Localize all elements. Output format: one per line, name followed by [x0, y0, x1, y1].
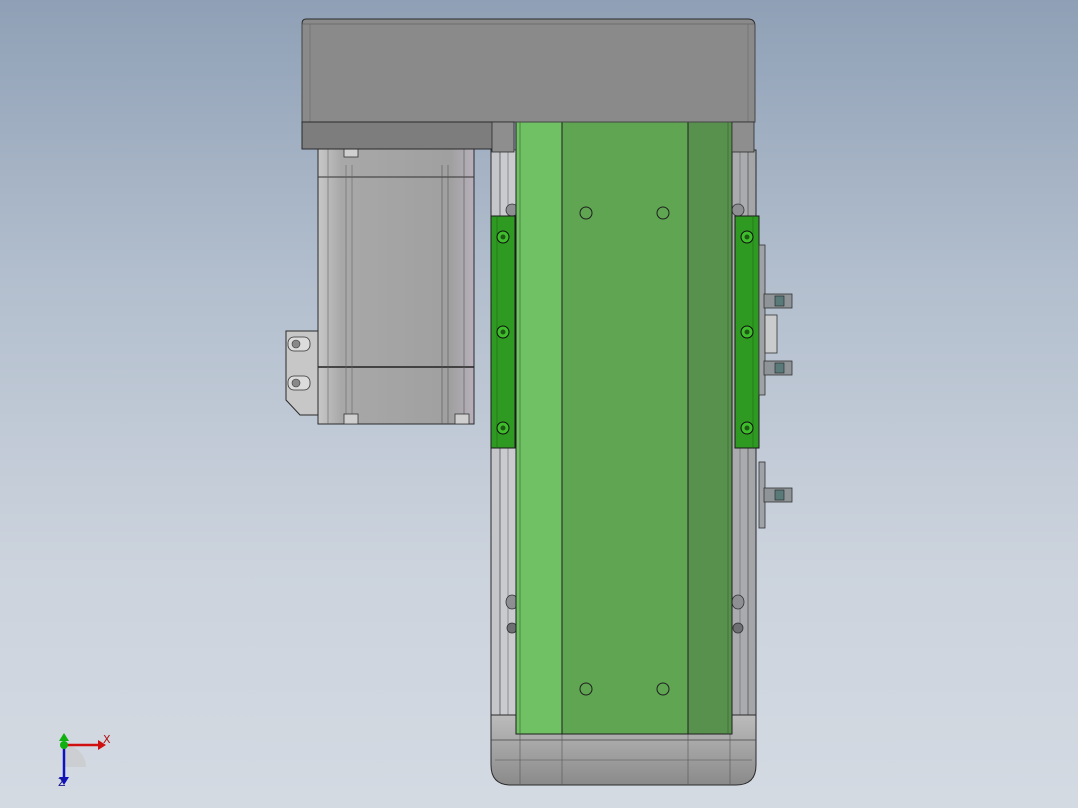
axis-z-label: Z [58, 776, 66, 789]
green-carriage [515, 121, 733, 735]
right-green-rail [734, 215, 760, 449]
cad-viewport[interactable]: X Z [0, 0, 1078, 808]
sensor-brackets [758, 244, 793, 529]
servo-motor-body [285, 148, 475, 425]
left-green-rail [490, 215, 516, 449]
axis-x-label: X [103, 733, 111, 746]
linear-actuator-drawing [59, 18, 793, 786]
axis-triad [59, 733, 106, 785]
